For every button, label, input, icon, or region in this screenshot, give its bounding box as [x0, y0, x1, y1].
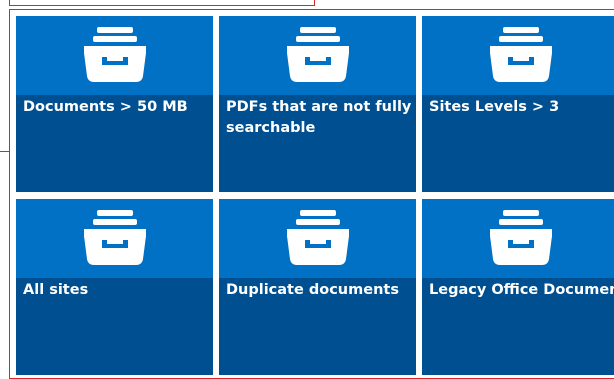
tile-label: Documents > 50 MB	[23, 99, 188, 115]
tile-duplicate-documents[interactable]: Duplicate documents	[219, 199, 416, 375]
selection-outline-top	[9, 0, 315, 6]
tile-pdfs-not-searchable[interactable]: PDFs that are not fully searchable	[219, 16, 416, 192]
tile-label: Legacy Office Documents	[429, 282, 614, 298]
report-tile-grid: Documents > 50 MB PDFs that are not full…	[16, 16, 614, 376]
tile-legacy-office-documents[interactable]: Legacy Office Documents	[422, 199, 614, 375]
tile-label: PDFs that are not fully searchable	[226, 99, 412, 136]
tile-documents-over-50mb[interactable]: Documents > 50 MB	[16, 16, 213, 192]
archive-drawer-icon	[283, 207, 353, 269]
archive-drawer-icon	[486, 207, 556, 269]
tile-label: All sites	[23, 282, 89, 298]
archive-drawer-icon	[283, 24, 353, 86]
tile-label: Sites Levels > 3	[429, 99, 560, 115]
selection-outline-connector	[0, 151, 10, 152]
tile-all-sites[interactable]: All sites	[16, 199, 213, 375]
tile-label: Duplicate documents	[226, 282, 399, 298]
tile-sites-levels-over-3[interactable]: Sites Levels > 3	[422, 16, 614, 192]
archive-drawer-icon	[80, 207, 150, 269]
archive-drawer-icon	[486, 24, 556, 86]
archive-drawer-icon	[80, 24, 150, 86]
